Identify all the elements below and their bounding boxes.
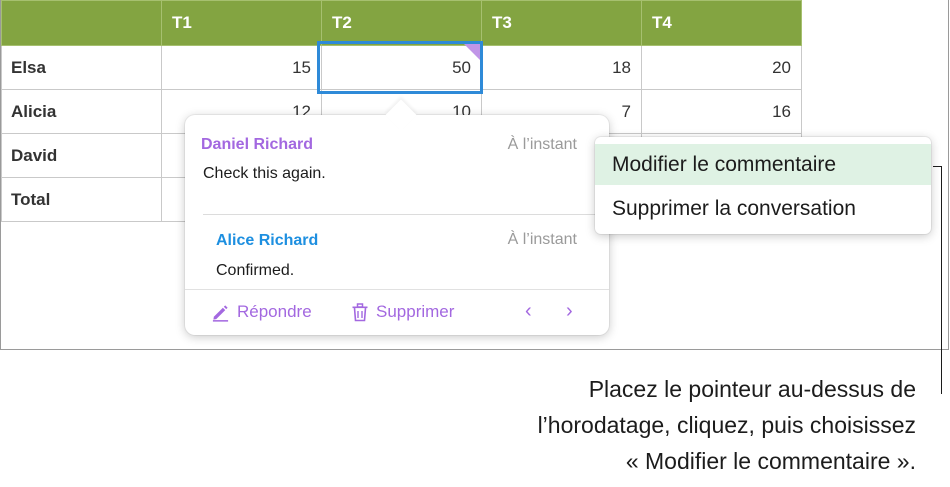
table-cell[interactable]: 15 [161,45,322,90]
menu-item-edit-comment[interactable]: Modifier le commentaire [595,144,931,185]
column-header-t1[interactable]: T1 [161,0,322,46]
callout-line: « Modifier le commentaire ». [625,448,916,474]
callout-leader-line [941,166,942,394]
comment-popover: Daniel Richard À l’instant Check this ag… [185,99,609,335]
row-header-cell[interactable]: Elsa [1,45,162,90]
delete-button[interactable]: Supprimer [351,302,454,322]
header-corner-cell[interactable] [1,0,162,46]
table-cell[interactable]: 16 [641,89,802,134]
comment-text: Check this again. [203,165,326,182]
row-header-cell[interactable]: David [1,133,162,178]
table-cell[interactable]: 20 [641,45,802,90]
comment-indicator-icon[interactable] [464,44,480,60]
comment-toolbar: Répondre Supprimer ‹ › [185,290,609,335]
reply-button[interactable]: Répondre [211,302,312,322]
reply-button-label: Répondre [237,302,312,321]
callout-line: l’horodatage, cliquez, puis choisissez [537,412,916,438]
comment-author: Daniel Richard [201,136,314,153]
selected-table-cell[interactable]: 50 [321,45,482,90]
menu-item-delete-conversation[interactable]: Supprimer la conversation [595,188,931,229]
column-header-t4[interactable]: T4 [641,0,802,46]
callout-annotation: Placez le pointeur au-dessus de l’horoda… [356,371,916,479]
row-header-cell[interactable]: Total [1,177,162,222]
comment-timestamp[interactable]: À l’instant [508,136,577,154]
chevron-left-icon[interactable]: ‹ [525,300,532,323]
comment-author: Alice Richard [216,232,319,249]
trash-icon [351,302,369,322]
comment-timestamp[interactable]: À l’instant [508,231,577,249]
delete-button-label: Supprimer [376,302,455,321]
chevron-right-icon[interactable]: › [566,300,573,323]
comment-text: Confirmed. [216,262,295,279]
context-menu: Modifier le commentaire Supprimer la con… [595,137,931,234]
table-row: Elsa 15 50 18 20 [1,45,802,90]
table-cell[interactable]: 18 [481,45,642,90]
header-row: T1 T2 T3 T4 [1,0,802,46]
row-header-cell[interactable]: Alicia [1,89,162,134]
column-header-t2[interactable]: T2 [321,0,482,46]
pencil-icon [211,303,230,322]
column-header-t3[interactable]: T3 [481,0,642,46]
divider [203,214,609,215]
callout-line: Placez le pointeur au-dessus de [588,376,916,402]
